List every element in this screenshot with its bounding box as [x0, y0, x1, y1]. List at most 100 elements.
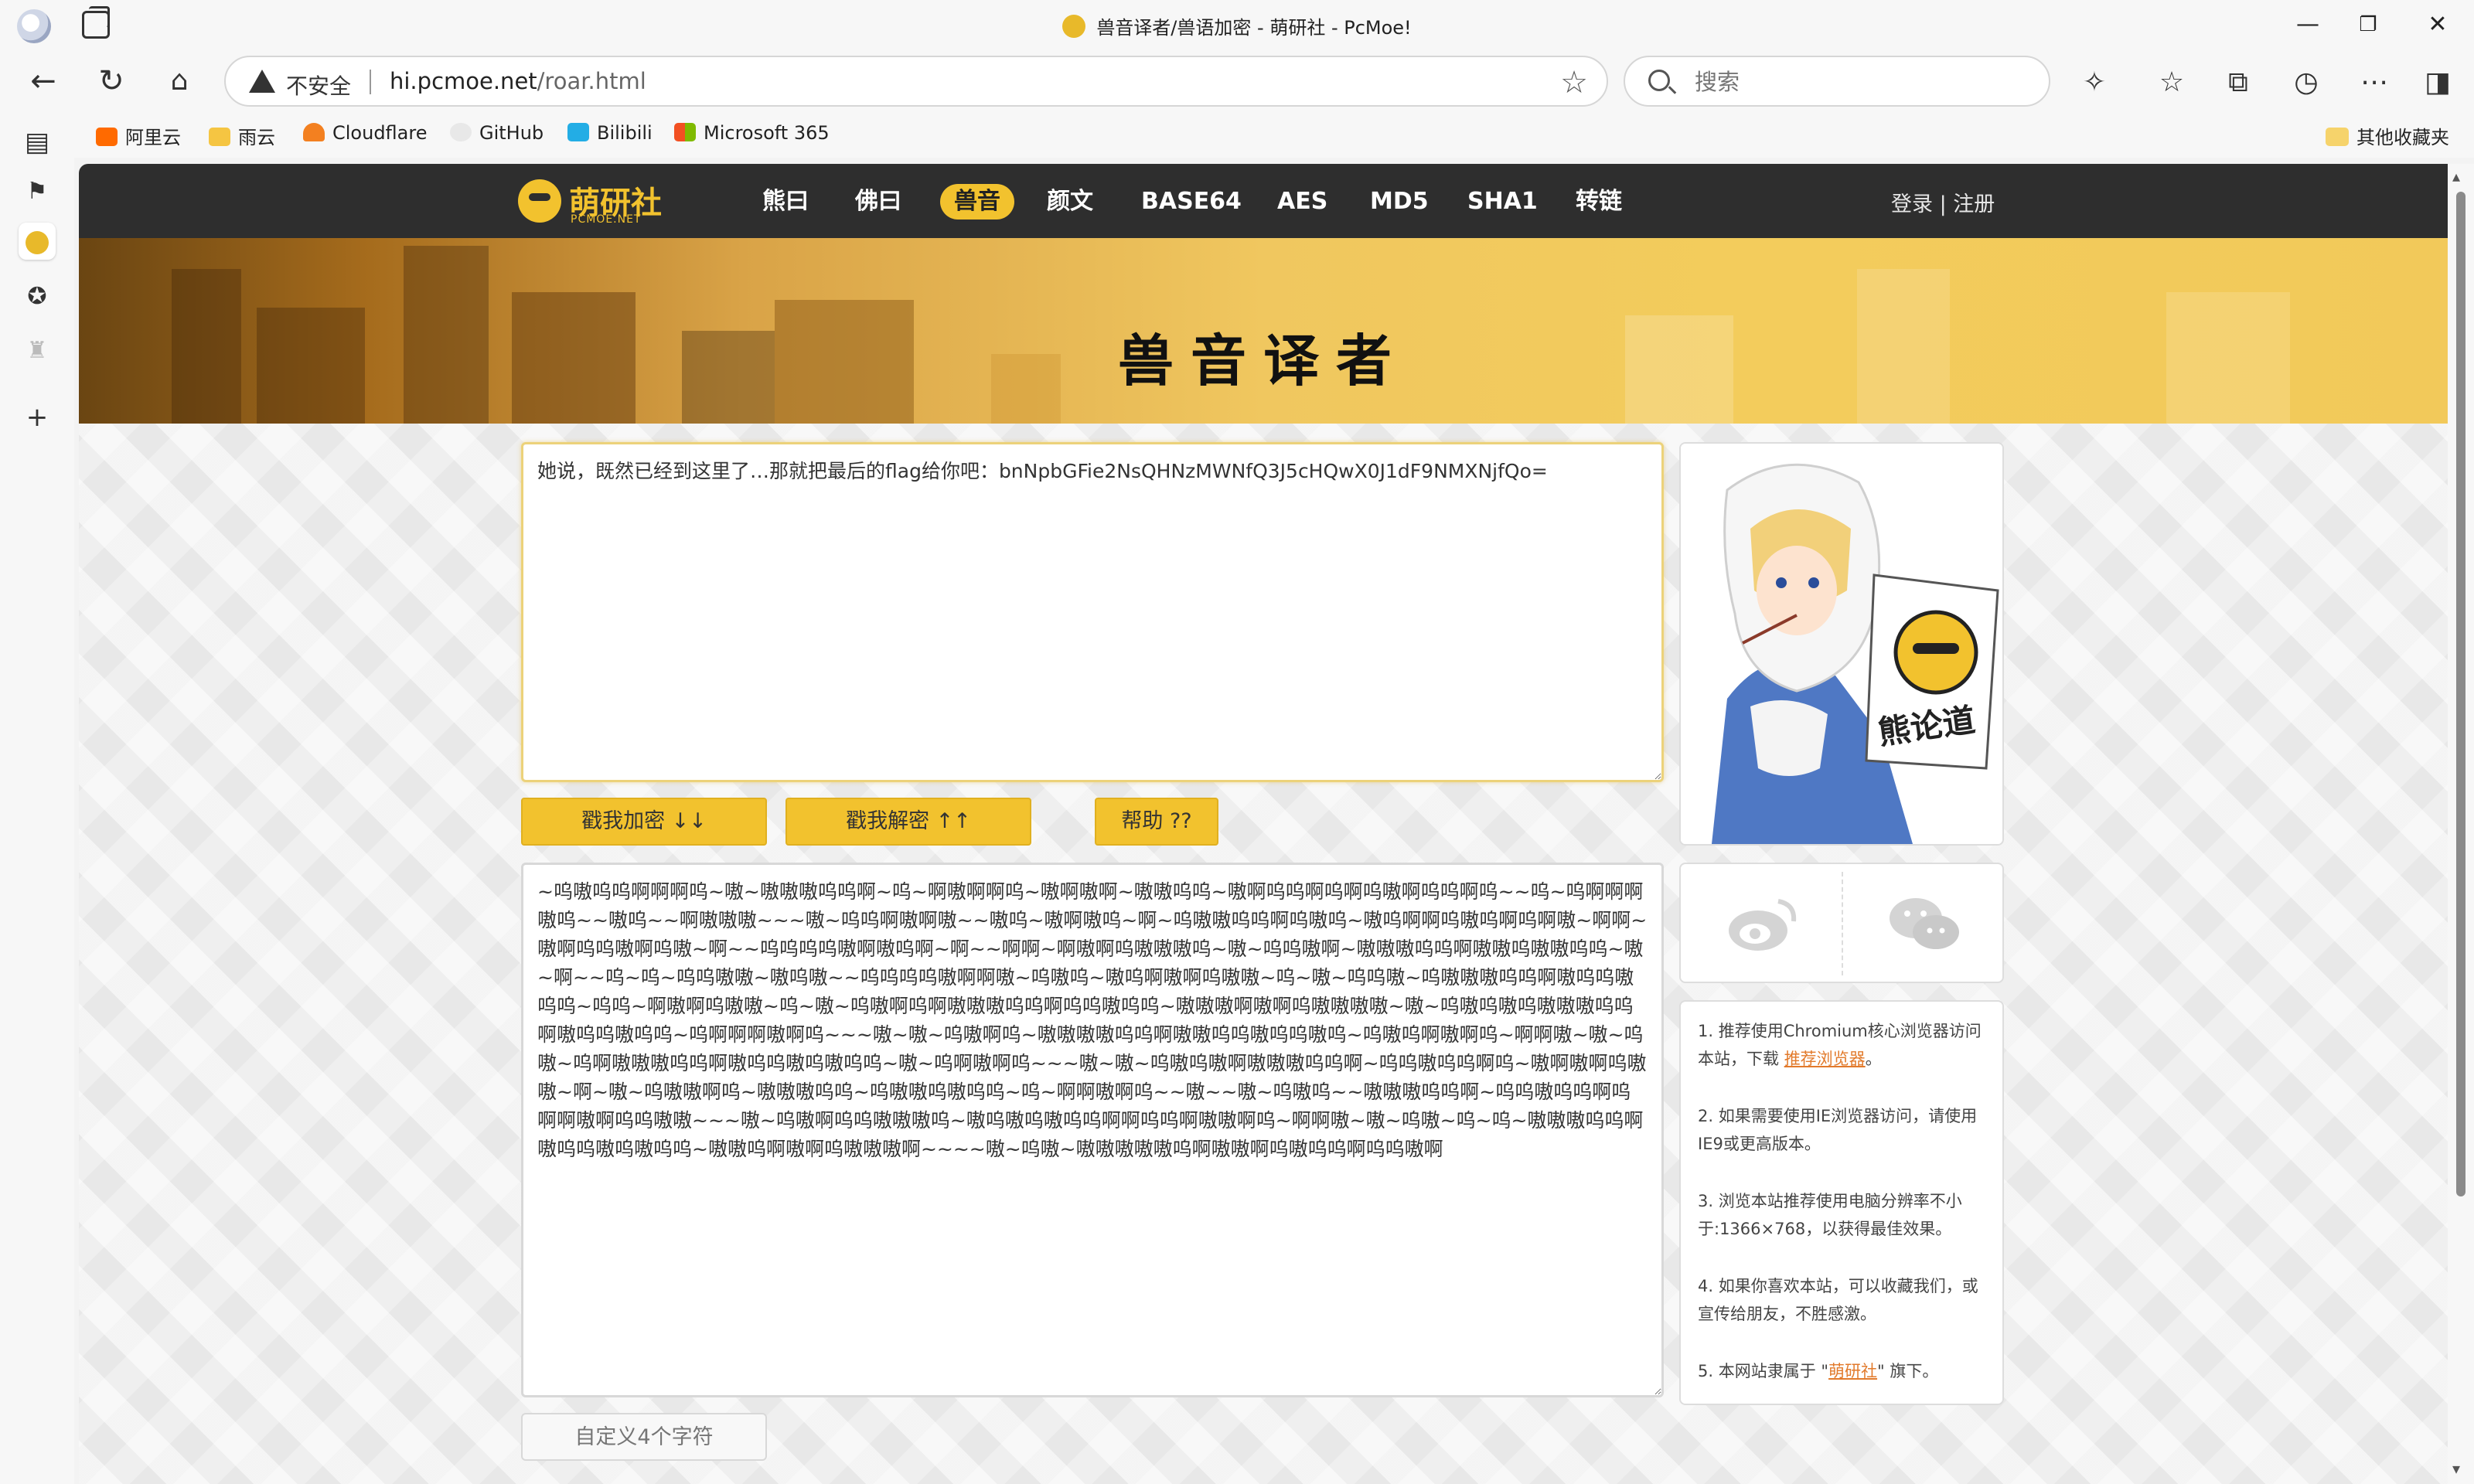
- maximize-button[interactable]: ❐: [2333, 5, 2403, 45]
- tab-list-icon[interactable]: ▤: [19, 124, 56, 161]
- bookmark-label: GitHub: [479, 122, 544, 144]
- note-item: 1. 推荐使用Chromium核心浏览器访问本站，下载 推荐浏览器。: [1698, 1017, 1985, 1073]
- page-banner: 兽音译者: [79, 238, 2448, 424]
- decrypt-button[interactable]: 戳我解密 ↑↑: [785, 798, 1031, 846]
- favorites-icon[interactable]: ☆: [2154, 65, 2189, 100]
- collections-icon[interactable]: ⧉: [2220, 65, 2256, 100]
- custom-chars-input[interactable]: [521, 1413, 767, 1461]
- bookmark-label: Microsoft 365: [704, 122, 830, 144]
- note-text: 5. 本网站隶属于 ": [1698, 1362, 1829, 1380]
- title-bar: 兽音译者/兽语加密 - 萌研社 - PcMoe! — ❐ ✕: [0, 0, 2474, 49]
- input-textarea[interactable]: 她说，既然已经到这里了…那就把最后的flag给你吧：bnNpbGFie2NsQH…: [521, 442, 1664, 782]
- close-button[interactable]: ✕: [2403, 5, 2472, 45]
- auth-links[interactable]: 登录 | 注册: [1891, 187, 1995, 217]
- logo-mark-icon: [518, 179, 561, 223]
- menu-aes[interactable]: AES: [1263, 184, 1341, 220]
- help-button[interactable]: 帮助 ??: [1095, 798, 1218, 846]
- menu-xiongyue[interactable]: 熊曰: [748, 184, 823, 220]
- bookmark-label: 雨云: [238, 127, 275, 148]
- site-favicon-icon: [1062, 15, 1086, 38]
- note-item: 2. 如果需要使用IE浏览器访问，请使用IE9或更高版本。: [1698, 1102, 1985, 1158]
- browser-toolbar: ← ↻ ⌂ 不安全 hi.pcmoe.net/roar.html ☆ ✧ ☆ ⧉…: [0, 49, 2474, 113]
- share-wechat[interactable]: [1843, 864, 2005, 982]
- menu-yanwen[interactable]: 颜文: [1033, 184, 1107, 220]
- other-bookmarks-label: 其他收藏夹: [2356, 127, 2449, 148]
- cloudflare-icon: [303, 123, 325, 141]
- bookmark-label: Cloudflare: [332, 122, 428, 144]
- menu-foyue[interactable]: 佛曰: [841, 184, 915, 220]
- note-text: 2. 如果需要使用IE浏览器访问，请使用IE9或更高版本。: [1698, 1107, 1978, 1153]
- page-scrollbar[interactable]: ▴ ▾: [2448, 164, 2474, 1484]
- flag-icon[interactable]: ⚑: [19, 173, 56, 210]
- address-bar[interactable]: 不安全 hi.pcmoe.net/roar.html ☆: [224, 56, 1608, 107]
- share-card: [1679, 863, 2004, 983]
- scroll-down-icon[interactable]: ▾: [2452, 1459, 2460, 1478]
- address-separator: [370, 70, 371, 94]
- menu-base64[interactable]: BASE64: [1127, 184, 1256, 220]
- weibo-icon: [1729, 899, 1797, 951]
- share-weibo[interactable]: [1681, 864, 1842, 982]
- warning-icon: [249, 70, 275, 93]
- note-item: 4. 如果你喜欢本站，可以收藏我们，或宣传给朋友，不胜感激。: [1698, 1272, 1985, 1328]
- illustration-card: 熊论道: [1679, 442, 2004, 846]
- url-host: hi.pcmoe.net: [390, 68, 537, 94]
- bookmarks-bar: 阿里云 雨云 Cloudflare GitHub Bilibili Micros…: [0, 113, 2474, 158]
- notes-card: 1. 推荐使用Chromium核心浏览器访问本站，下载 推荐浏览器。 2. 如果…: [1679, 1000, 2004, 1405]
- encrypt-button[interactable]: 戳我加密 ↓↓: [521, 798, 767, 846]
- rainyun-icon: [209, 128, 230, 146]
- more-menu-icon[interactable]: ⋯: [2356, 65, 2392, 100]
- menu-shouyin[interactable]: 兽音: [940, 184, 1014, 220]
- bookmark-microsoft365[interactable]: Microsoft 365: [674, 122, 830, 144]
- window-title-text: 兽音译者/兽语加密 - 萌研社 - PcMoe!: [1096, 17, 1412, 39]
- output-textarea[interactable]: ~呜嗷呜呜啊啊啊呜~嗷~嗷嗷嗷呜呜啊~呜~啊嗷啊啊呜~嗷啊嗷啊~嗷嗷呜呜~嗷啊呜…: [521, 863, 1664, 1397]
- wechat-icon: [1890, 898, 1959, 949]
- pcmoe-link[interactable]: 萌研社: [1828, 1362, 1877, 1380]
- sidebar-toggle-icon[interactable]: ◨: [2420, 65, 2455, 100]
- favorite-star-icon[interactable]: ☆: [1560, 65, 1588, 100]
- menu-zhuanlian[interactable]: 转链: [1562, 184, 1636, 220]
- note-text: 。: [1865, 1050, 1882, 1068]
- window-title: 兽音译者/兽语加密 - 萌研社 - PcMoe!: [0, 12, 2474, 40]
- browser-sidebar: ▤ ⚑ ✪ ♜ +: [0, 113, 74, 1484]
- bookmark-cloudflare[interactable]: Cloudflare: [303, 122, 427, 144]
- browser-search-box[interactable]: [1624, 56, 2050, 107]
- site-nav: 萌研社 PCMOE.NET 熊曰 佛曰 兽音 颜文 BASE64 AES MD5…: [79, 164, 2448, 238]
- pcmoe-tab-icon[interactable]: [19, 223, 56, 260]
- site-logo[interactable]: 萌研社 PCMOE.NET: [518, 176, 673, 226]
- bookmark-rainyun[interactable]: 雨云: [209, 122, 275, 149]
- url-text[interactable]: hi.pcmoe.net/roar.html: [390, 68, 646, 94]
- search-input[interactable]: [1695, 66, 2019, 97]
- bookmark-github[interactable]: GitHub: [450, 122, 544, 144]
- shirt-icon[interactable]: ♜: [19, 332, 56, 369]
- bookmark-bilibili[interactable]: Bilibili: [567, 122, 653, 144]
- add-tab-icon[interactable]: +: [19, 399, 56, 436]
- url-path: /roar.html: [537, 68, 646, 94]
- bilibili-icon: [567, 123, 589, 141]
- scrollbar-thumb[interactable]: [2456, 192, 2465, 1196]
- other-bookmarks-folder[interactable]: 其他收藏夹: [2326, 122, 2449, 149]
- paw-icon[interactable]: ✪: [19, 278, 56, 315]
- menu-sha1[interactable]: SHA1: [1453, 184, 1552, 220]
- menu-md5[interactable]: MD5: [1356, 184, 1443, 220]
- search-icon: [1648, 70, 1670, 91]
- extensions-icon[interactable]: ✧: [2077, 65, 2112, 100]
- note-item: 5. 本网站隶属于 "萌研社" 旗下。: [1698, 1357, 1985, 1385]
- bookmark-label: Bilibili: [597, 122, 653, 144]
- refresh-icon[interactable]: ↻: [91, 62, 131, 102]
- scroll-up-icon[interactable]: ▴: [2452, 167, 2460, 186]
- microsoft-icon: [674, 123, 696, 141]
- note-item: 3. 浏览本站推荐使用电脑分辨率不小于:1366×768，以获得最佳效果。: [1698, 1187, 1985, 1243]
- recommended-browser-link[interactable]: 推荐浏览器: [1784, 1050, 1866, 1068]
- github-icon: [450, 123, 472, 141]
- back-icon[interactable]: ←: [23, 62, 63, 102]
- history-icon[interactable]: ◷: [2288, 65, 2324, 100]
- home-icon[interactable]: ⌂: [159, 62, 199, 102]
- note-text: 3. 浏览本站推荐使用电脑分辨率不小于:1366×768，以获得最佳效果。: [1698, 1192, 1962, 1238]
- bookmark-label: 阿里云: [125, 127, 181, 148]
- bookmark-aliyun[interactable]: 阿里云: [96, 122, 181, 149]
- security-label[interactable]: 不安全: [286, 70, 351, 100]
- minimize-button[interactable]: —: [2273, 5, 2343, 45]
- illustration-image: 熊论道: [1681, 444, 2002, 844]
- note-text: 4. 如果你喜欢本站，可以收藏我们，或宣传给朋友，不胜感激。: [1698, 1277, 1978, 1323]
- logo-sub: PCMOE.NET: [571, 213, 642, 226]
